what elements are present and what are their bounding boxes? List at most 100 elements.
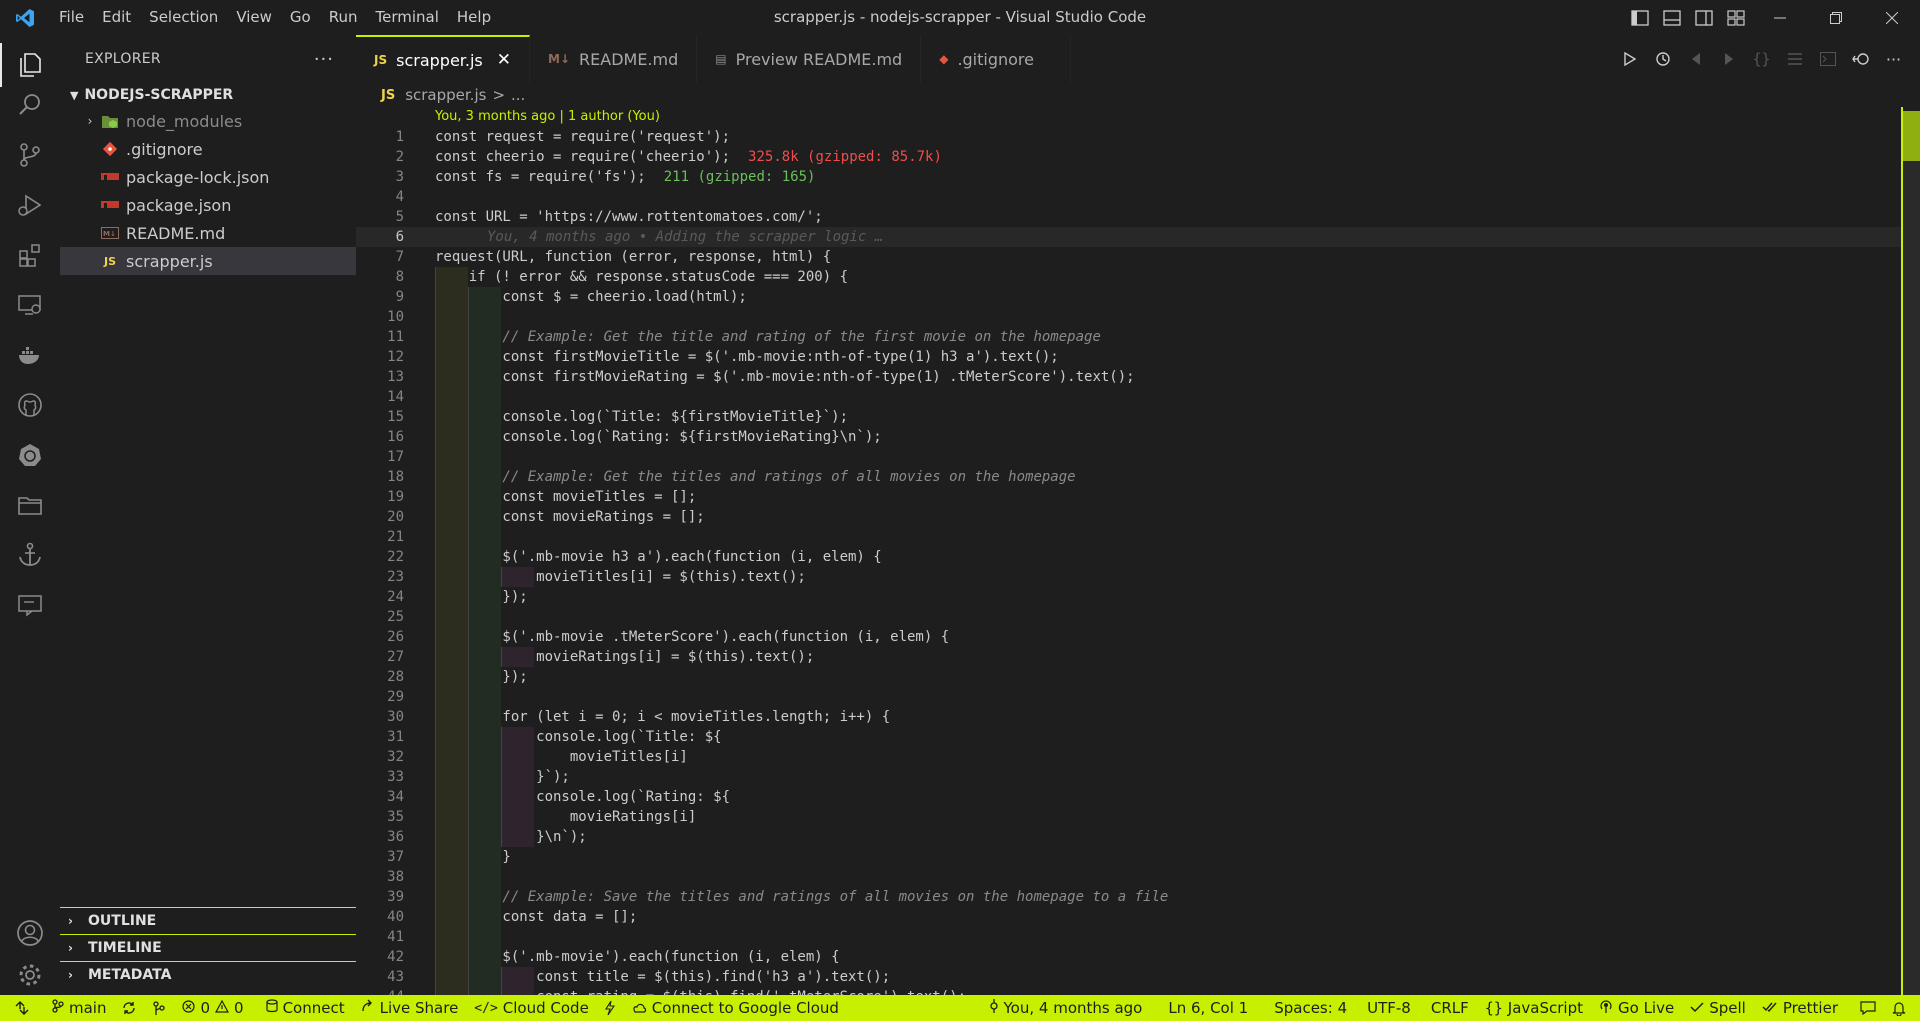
feedback-icon[interactable] xyxy=(1852,995,1884,1021)
code-line[interactable]: 38 xyxy=(356,867,1920,887)
code-line[interactable]: 3 const fs = require('fs'); 211 (gzipped: … xyxy=(356,167,1920,187)
close-window-icon[interactable] xyxy=(1864,0,1920,35)
metadata-section[interactable]: › METADATA xyxy=(60,961,356,988)
code-line[interactable]: 11 // Example: Get the title and rating … xyxy=(356,327,1920,347)
code-line[interactable]: 37 } xyxy=(356,847,1920,867)
code-line[interactable]: 14 xyxy=(356,387,1920,407)
outline-section[interactable]: › OUTLINE xyxy=(60,907,356,934)
code-line[interactable]: 31 console.log(`Title: ${ xyxy=(356,727,1920,747)
code-line[interactable]: 30 for (let i = 0; i < movieTitles.lengt… xyxy=(356,707,1920,727)
language-mode[interactable]: {} JavaScript xyxy=(1477,995,1591,1021)
code-line[interactable]: 4 xyxy=(356,187,1920,207)
code-line[interactable]: 13 const firstMovieRating = $('.mb-movie… xyxy=(356,367,1920,387)
code-line[interactable]: 43 const title = $(this).find('h3 a').te… xyxy=(356,967,1920,987)
menu-go[interactable]: Go xyxy=(281,0,320,35)
code-line[interactable]: 18 // Example: Get the titles and rating… xyxy=(356,467,1920,487)
spell-check-button[interactable]: Spell xyxy=(1682,995,1754,1021)
timeline-section[interactable]: › TIMELINE xyxy=(60,934,356,961)
encoding[interactable]: UTF-8 xyxy=(1359,995,1419,1021)
codelens-blame[interactable]: You, 3 months ago | 1 author (You) xyxy=(435,109,660,124)
scroll-thumb[interactable] xyxy=(1903,111,1920,161)
code-line[interactable]: 36 }\n`); xyxy=(356,827,1920,847)
code-line[interactable]: 15 console.log(`Title: ${firstMovieTitle… xyxy=(356,407,1920,427)
code-line[interactable]: 32 movieTitles[i] xyxy=(356,747,1920,767)
cloud-code-button[interactable]: </> Cloud Code xyxy=(466,995,597,1021)
code-line[interactable]: 12 const firstMovieTitle = $('.mb-movie:… xyxy=(356,347,1920,367)
code-line[interactable]: 7 request(URL, function (error, response,… xyxy=(356,247,1920,267)
code-line[interactable]: 35 movieRatings[i] xyxy=(356,807,1920,827)
more-actions-icon[interactable]: ··· xyxy=(314,49,334,70)
code-line[interactable]: 40 const data = []; xyxy=(356,907,1920,927)
code-line[interactable]: 9 const $ = cheerio.load(html); xyxy=(356,287,1920,307)
code-line[interactable]: 28 }); xyxy=(356,667,1920,687)
code-line[interactable]: 23 movieTitles[i] = $(this).text(); xyxy=(356,567,1920,587)
code-line[interactable]: 16 console.log(`Rating: ${firstMovieRati… xyxy=(356,427,1920,447)
tab-preview-readme[interactable]: ▤ Preview README.md xyxy=(697,35,922,83)
tree-item-node-modules[interactable]: › node_modules xyxy=(60,107,356,135)
braces-icon[interactable]: {} xyxy=(1745,35,1778,83)
code-line[interactable]: 26 $('.mb-movie .tMeterScore').each(func… xyxy=(356,627,1920,647)
breadcrumb-file[interactable]: scrapper.js xyxy=(405,86,486,104)
tree-item-readme[interactable]: M↓ README.md xyxy=(60,219,356,247)
code-line[interactable]: 39 // Example: Save the titles and ratin… xyxy=(356,887,1920,907)
tab-scrapper-js[interactable]: JS scrapper.js ✕ xyxy=(356,35,531,83)
remote-indicator-icon[interactable] xyxy=(0,995,44,1021)
open-changes-icon[interactable] xyxy=(1844,35,1877,83)
close-icon[interactable]: ✕ xyxy=(497,50,511,70)
indentation[interactable]: Spaces: 4 xyxy=(1266,995,1355,1021)
next-change-icon[interactable] xyxy=(1712,35,1745,83)
menu-run[interactable]: Run xyxy=(320,0,367,35)
code-line[interactable]: 42 $('.mb-movie').each(function (i, elem… xyxy=(356,947,1920,967)
remote-window-icon[interactable] xyxy=(0,575,60,635)
code-line[interactable]: 19 const movieTitles = []; xyxy=(356,487,1920,507)
menu-edit[interactable]: Edit xyxy=(93,0,140,35)
tab-gitignore[interactable]: ◆ .gitignore xyxy=(921,35,1071,83)
code-line[interactable]: 6 You, 4 months ago • Adding the scrapper… xyxy=(356,227,1920,247)
code-editor[interactable]: You, 3 months ago | 1 author (You) 1 cons… xyxy=(356,107,1920,995)
tree-item-gitignore[interactable]: .gitignore xyxy=(60,135,356,163)
code-line[interactable]: 25 xyxy=(356,607,1920,627)
editor-scrollbar[interactable] xyxy=(1903,111,1920,995)
tree-item-scrapper-js[interactable]: JS scrapper.js xyxy=(60,247,356,275)
code-line[interactable]: 27 movieRatings[i] = $(this).text(); xyxy=(356,647,1920,667)
code-line[interactable]: 41 xyxy=(356,927,1920,947)
code-line[interactable]: 44 const rating = $(this).find('.tMeterS… xyxy=(356,987,1920,995)
toggle-panel-icon[interactable] xyxy=(1656,0,1688,35)
toggle-secondary-sidebar-icon[interactable] xyxy=(1688,0,1720,35)
breadcrumb-rest[interactable]: ... xyxy=(511,86,525,104)
code-line[interactable]: 8 if (! error && response.statusCode ===… xyxy=(356,267,1920,287)
tab-readme[interactable]: M↓ README.md xyxy=(530,35,698,83)
previous-change-icon[interactable] xyxy=(1679,35,1712,83)
terminal-icon[interactable] xyxy=(1811,35,1844,83)
more-actions-icon[interactable]: ··· xyxy=(1877,35,1910,83)
history-icon[interactable] xyxy=(1646,35,1679,83)
tree-item-package[interactable]: package.json xyxy=(60,191,356,219)
code-line[interactable]: 20 const movieRatings = []; xyxy=(356,507,1920,527)
code-line[interactable]: 1 const request = require('request'); xyxy=(356,127,1920,147)
code-line[interactable]: 34 console.log(`Rating: ${ xyxy=(356,787,1920,807)
tree-item-package-lock[interactable]: package-lock.json xyxy=(60,163,356,191)
menu-file[interactable]: File xyxy=(50,0,93,35)
git-blame-status[interactable]: You, 4 months ago xyxy=(981,995,1151,1021)
customize-layout-icon[interactable] xyxy=(1720,0,1752,35)
menu-terminal[interactable]: Terminal xyxy=(367,0,448,35)
run-icon[interactable] xyxy=(1613,35,1646,83)
menu-selection[interactable]: Selection xyxy=(140,0,227,35)
menu-help[interactable]: Help xyxy=(448,0,500,35)
cursor-position[interactable]: Ln 6, Col 1 xyxy=(1160,995,1256,1021)
connect-button[interactable]: Connect xyxy=(258,995,353,1021)
git-graph-icon[interactable] xyxy=(144,995,174,1021)
code-line[interactable]: 21 xyxy=(356,527,1920,547)
go-live-button[interactable]: Go Live xyxy=(1591,995,1682,1021)
notifications-bell-icon[interactable] xyxy=(1884,995,1914,1021)
menu-view[interactable]: View xyxy=(227,0,281,35)
list-icon[interactable] xyxy=(1778,35,1811,83)
code-line[interactable]: 17 xyxy=(356,447,1920,467)
toggle-primary-sidebar-icon[interactable] xyxy=(1624,0,1656,35)
code-line[interactable]: 2 const cheerio = require('cheerio'); 325.… xyxy=(356,147,1920,167)
code-line[interactable]: 33 }`); xyxy=(356,767,1920,787)
sync-icon[interactable] xyxy=(114,995,144,1021)
line-ending[interactable]: CRLF xyxy=(1423,995,1477,1021)
code-line[interactable]: 10 xyxy=(356,307,1920,327)
workspace-folder[interactable]: ▼ NODEJS-SCRAPPER xyxy=(60,83,356,107)
